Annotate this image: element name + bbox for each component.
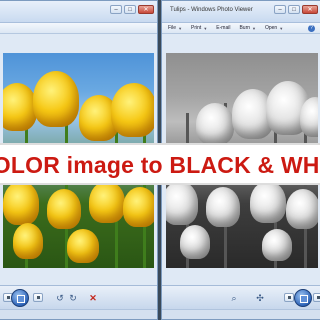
menu-open-label: Open bbox=[264, 25, 278, 31]
title-bar[interactable]: Tulips - Windows Photo Viewer – □ ✕ bbox=[162, 1, 320, 23]
menu-burn-label: Burn bbox=[239, 25, 251, 31]
menu-file-label: File bbox=[168, 25, 177, 31]
rotate-left-icon[interactable]: ↺ bbox=[54, 292, 66, 304]
tulip-flower bbox=[286, 189, 318, 229]
zoom-icon[interactable]: ⌕ bbox=[228, 292, 240, 304]
tulip-flower bbox=[3, 181, 39, 225]
menu-bar bbox=[0, 23, 157, 34]
tulip-flower bbox=[89, 181, 125, 223]
tulip-flower bbox=[111, 83, 154, 137]
desktop: – □ ✕ ↺ ↻ ✕ Tulips - Windows Photo Viewe… bbox=[0, 0, 320, 320]
status-bar bbox=[162, 309, 320, 319]
status-bar bbox=[0, 309, 157, 319]
window-controls: – □ ✕ bbox=[110, 5, 154, 14]
menu-print-label: Print bbox=[191, 25, 202, 31]
tulip-flower bbox=[123, 187, 154, 227]
actual-size-icon[interactable]: ✣ bbox=[254, 292, 266, 304]
tulip-flower bbox=[250, 181, 286, 223]
menu-file[interactable]: File ▼ bbox=[168, 25, 182, 31]
tulip-flower bbox=[206, 187, 240, 227]
close-button[interactable]: ✕ bbox=[138, 5, 154, 14]
tulip-flower bbox=[166, 181, 198, 225]
menu-open[interactable]: Open ▼ bbox=[265, 25, 283, 31]
bottom-toolbar: ⌕ ✣ bbox=[162, 285, 320, 309]
title-bar[interactable]: – □ ✕ bbox=[0, 1, 157, 23]
tulip-flower bbox=[3, 83, 37, 131]
bottom-toolbar: ↺ ↻ ✕ bbox=[0, 285, 157, 309]
minimize-button[interactable]: – bbox=[110, 5, 122, 14]
chevron-down-icon: ▼ bbox=[203, 25, 208, 31]
tulip-flower bbox=[300, 97, 318, 137]
chevron-down-icon: ▼ bbox=[279, 25, 284, 31]
tulip-flower bbox=[67, 229, 99, 263]
next-icon[interactable] bbox=[313, 293, 320, 302]
tulip-flower bbox=[196, 103, 234, 145]
close-button[interactable]: ✕ bbox=[302, 5, 318, 14]
maximize-button[interactable]: □ bbox=[288, 5, 300, 14]
banner-text: COLOR image to BLACK & WHITE with bbox=[0, 152, 320, 178]
minimize-button[interactable]: – bbox=[274, 5, 286, 14]
window-title: Tulips - Windows Photo Viewer bbox=[170, 7, 253, 13]
tulip-flower bbox=[180, 225, 210, 259]
delete-icon[interactable]: ✕ bbox=[87, 292, 99, 304]
slideshow-icon[interactable] bbox=[11, 289, 29, 307]
previous-icon[interactable] bbox=[33, 293, 43, 302]
menu-burn[interactable]: Burn ▼ bbox=[239, 25, 256, 31]
tulip-flower bbox=[13, 223, 43, 259]
menu-email[interactable]: E-mail bbox=[216, 25, 230, 31]
menu-print[interactable]: Print ▼ bbox=[191, 25, 207, 31]
slideshow-icon[interactable] bbox=[294, 289, 312, 307]
tulip-flower bbox=[33, 71, 79, 127]
tulip-flower bbox=[47, 189, 81, 229]
menu-bar: File ▼ Print ▼ E-mail Burn ▼ Open ▼ ? bbox=[162, 23, 320, 34]
tutorial-banner: COLOR image to BLACK & WHITE with bbox=[0, 143, 320, 185]
chevron-down-icon: ▼ bbox=[252, 25, 256, 31]
window-controls: – □ ✕ bbox=[274, 5, 318, 14]
menu-email-label: E-mail bbox=[216, 25, 231, 31]
tulip-flower bbox=[262, 229, 292, 261]
maximize-button[interactable]: □ bbox=[124, 5, 136, 14]
help-icon[interactable]: ? bbox=[308, 25, 315, 32]
previous-icon[interactable] bbox=[284, 293, 294, 302]
rotate-right-icon[interactable]: ↻ bbox=[67, 292, 79, 304]
chevron-down-icon: ▼ bbox=[178, 25, 183, 31]
